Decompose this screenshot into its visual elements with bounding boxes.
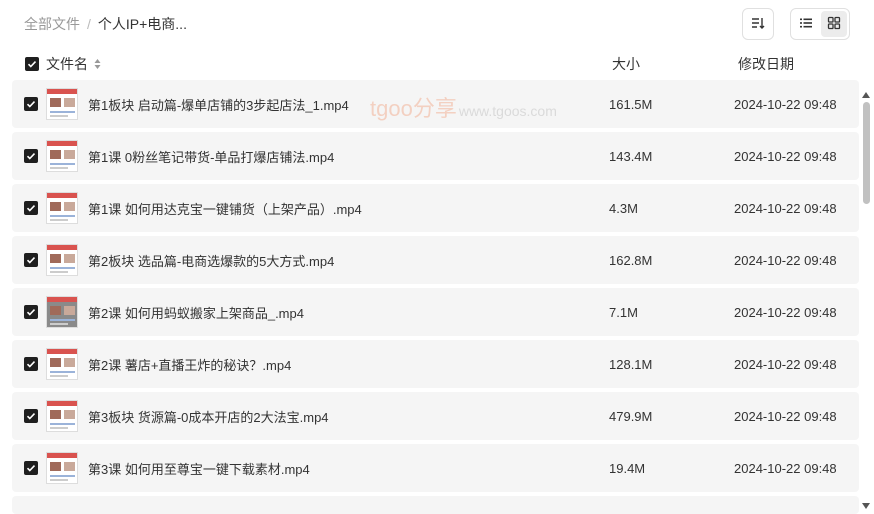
file-checkbox[interactable] [24,409,38,423]
breadcrumb-current: 个人IP+电商... [97,16,187,32]
select-all-checkbox[interactable] [25,57,39,71]
breadcrumb-separator: / [87,16,91,32]
file-list: 第1板块 启动篇-爆单店铺的3步起店法_1.mp4 161.5M 2024-10-2… [12,80,859,514]
file-checkbox[interactable] [24,461,38,475]
file-name[interactable]: 第1板块 启动篇-爆单店铺的3步起店法_1.mp4 [88,95,349,114]
file-date: 2024-10-22 09:48 [734,96,837,112]
column-header-date[interactable]: 修改日期 [738,54,794,74]
file-row[interactable]: 第3板块 货源篇-0成本开店的2大法宝.mp4 479.9M 2024-10-22 … [12,392,859,440]
file-date: 2024-10-22 09:48 [734,148,837,164]
file-size: 19.4M [609,460,646,476]
file-row[interactable]: 第2板块 选品篇-电商选爆款的5大方式.mp4 162.8M 2024-10-22 … [12,236,859,284]
video-thumbnail[interactable] [46,140,78,172]
table-header: 文件名 大小 修改日期 [0,52,862,76]
file-size: 4.3M [609,200,638,216]
file-size: 143.4M [609,148,653,164]
watermark: tgoo分享 www.tgoos.com [370,91,557,123]
video-thumbnail[interactable] [46,452,78,484]
file-name[interactable]: 第3板块 货源篇-0成本开店的2大法宝.mp4 [88,407,329,426]
file-date: 2024-10-22 09:48 [734,200,837,216]
video-thumbnail[interactable] [46,348,78,380]
sort-icon [751,16,765,33]
watermark-brand: tgoo分享 [370,96,457,121]
file-checkbox[interactable] [24,305,38,319]
file-row-partial[interactable] [12,496,859,514]
file-name[interactable]: 第2课 薯店+直播王炸的秘诀？.mp4 [88,355,291,374]
file-size: 128.1M [609,356,653,372]
column-header-name[interactable]: 文件名 [46,54,101,74]
scrollbar-thumb[interactable] [863,102,870,204]
check-icon [26,257,36,264]
scroll-up-arrow-icon[interactable] [861,87,871,102]
breadcrumb: 全部文件 / 个人IP+电商... [24,14,187,34]
file-name[interactable]: 第2课 如何用蚂蚁搬家上架商品_.mp4 [88,303,304,322]
column-header-name-label: 文件名 [46,56,88,72]
file-checkbox[interactable] [24,97,38,111]
view-toggle-group [790,8,850,40]
check-icon [26,413,36,420]
file-size: 7.1M [609,304,638,320]
check-icon [26,153,36,160]
watermark-url: www.tgoos.com [458,103,557,119]
file-date: 2024-10-22 09:48 [734,460,837,476]
sort-button[interactable] [742,8,774,40]
list-view-button[interactable] [793,11,819,37]
file-date: 2024-10-22 09:48 [734,356,837,372]
file-date: 2024-10-22 09:48 [734,304,837,320]
sort-toggle-icon[interactable] [94,58,101,70]
file-checkbox[interactable] [24,253,38,267]
video-thumbnail[interactable] [46,192,78,224]
file-date: 2024-10-22 09:48 [734,408,837,424]
grid-view-button[interactable] [821,11,847,37]
view-toolbar [742,8,850,40]
file-row[interactable]: 第2课 薯店+直播王炸的秘诀？.mp4 128.1M 2024-10-22 09:4… [12,340,859,388]
file-size: 162.8M [609,252,653,268]
file-name[interactable]: 第2板块 选品篇-电商选爆款的5大方式.mp4 [88,251,334,270]
check-icon [26,361,36,368]
video-thumbnail[interactable] [46,244,78,276]
grid-view-icon [827,16,841,33]
file-checkbox[interactable] [24,357,38,371]
video-thumbnail[interactable] [46,88,78,120]
file-name[interactable]: 第1课 如何用达克宝一键铺货（上架产品）.mp4 [88,199,362,218]
file-size: 479.9M [609,408,653,424]
scroll-down-arrow-icon[interactable] [861,498,871,513]
video-thumbnail[interactable] [46,296,78,328]
file-checkbox[interactable] [24,201,38,215]
column-header-size[interactable]: 大小 [612,54,640,74]
file-checkbox[interactable] [24,149,38,163]
check-icon [26,101,36,108]
file-name[interactable]: 第1课 0粉丝笔记带货-单品打爆店铺法.mp4 [88,147,334,166]
check-icon [26,205,36,212]
check-icon [27,61,37,68]
list-view-icon [799,16,813,33]
file-date: 2024-10-22 09:48 [734,252,837,268]
check-icon [26,309,36,316]
video-thumbnail[interactable] [46,400,78,432]
file-row[interactable]: 第1课 0粉丝笔记带货-单品打爆店铺法.mp4 143.4M 2024-10-22 … [12,132,859,180]
file-row[interactable]: 第2课 如何用蚂蚁搬家上架商品_.mp4 7.1M 2024-10-22 09:48 [12,288,859,336]
file-size: 161.5M [609,96,653,112]
check-icon [26,465,36,472]
file-row[interactable]: 第3课 如何用至尊宝一键下载素材.mp4 19.4M 2024-10-22 09:4… [12,444,859,492]
breadcrumb-root-link[interactable]: 全部文件 [24,14,80,34]
file-name[interactable]: 第3课 如何用至尊宝一键下载素材.mp4 [88,459,310,478]
file-row[interactable]: 第1课 如何用达克宝一键铺货（上架产品）.mp4 4.3M 2024-10-22 0… [12,184,859,232]
